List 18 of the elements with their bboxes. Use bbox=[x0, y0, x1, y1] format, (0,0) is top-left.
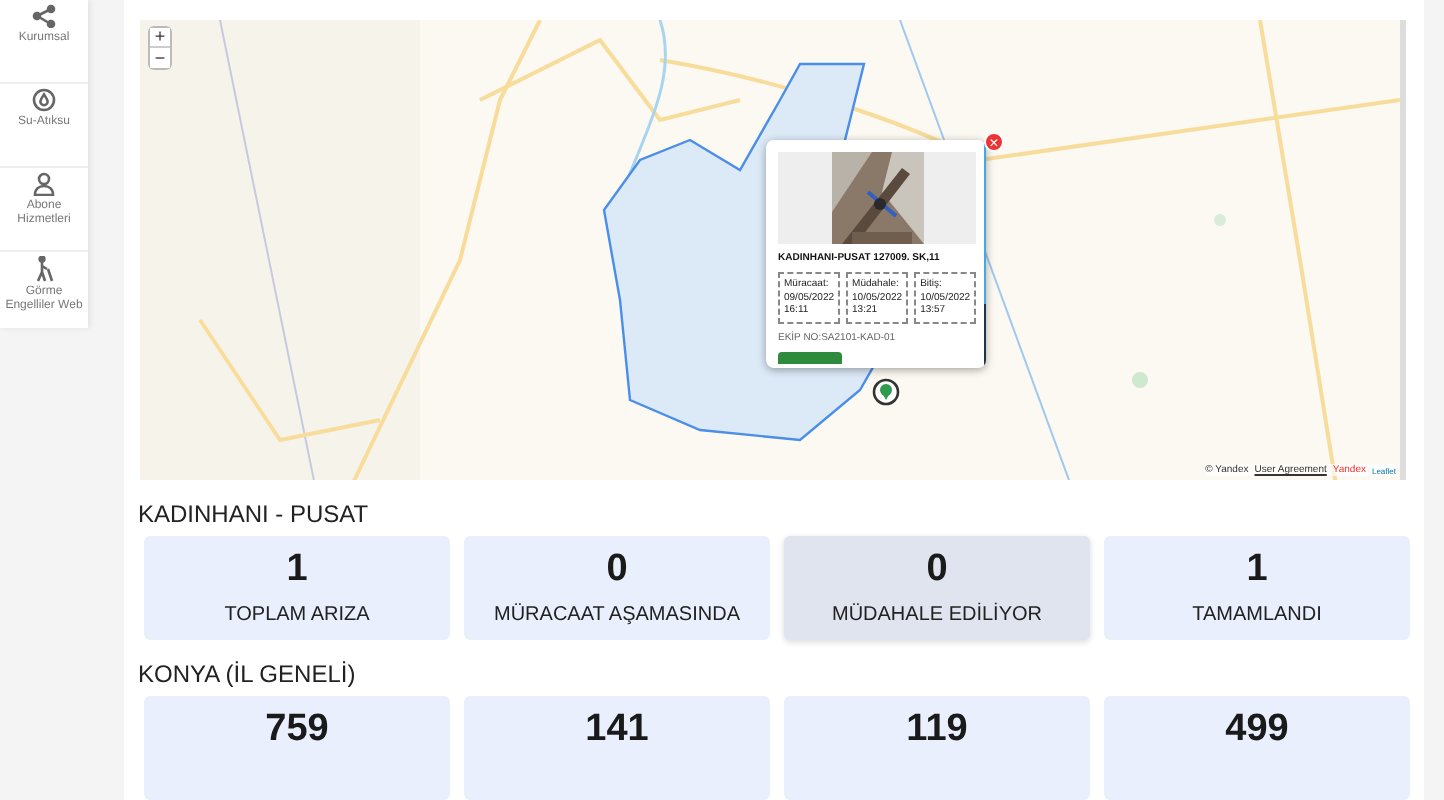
stat-value: 119 bbox=[906, 708, 968, 752]
stat-value: 1 bbox=[286, 548, 308, 592]
stat-value: 0 bbox=[926, 548, 948, 592]
share-icon bbox=[32, 4, 56, 28]
stat-value: 499 bbox=[1225, 708, 1289, 752]
stat-label: TAMAMLANDI bbox=[1192, 604, 1322, 626]
walking-person-icon bbox=[32, 256, 56, 282]
stat-value: 141 bbox=[585, 708, 649, 752]
section-title: KADINHANI - PUSAT bbox=[138, 500, 371, 528]
stat-value: 1 bbox=[1246, 548, 1268, 592]
stat-label: MÜRACAAT AŞAMASINDA bbox=[494, 604, 740, 626]
stat-value: 759 bbox=[265, 708, 329, 752]
section-title: KONYA (İL GENELİ) bbox=[138, 660, 358, 688]
stat-value: 0 bbox=[606, 548, 628, 592]
stat-label: MÜDAHALE EDİLİYOR bbox=[831, 604, 1043, 626]
droplet-icon bbox=[32, 88, 56, 112]
person-icon bbox=[32, 172, 56, 196]
stat-label: TOPLAM ARIZA bbox=[224, 604, 370, 626]
